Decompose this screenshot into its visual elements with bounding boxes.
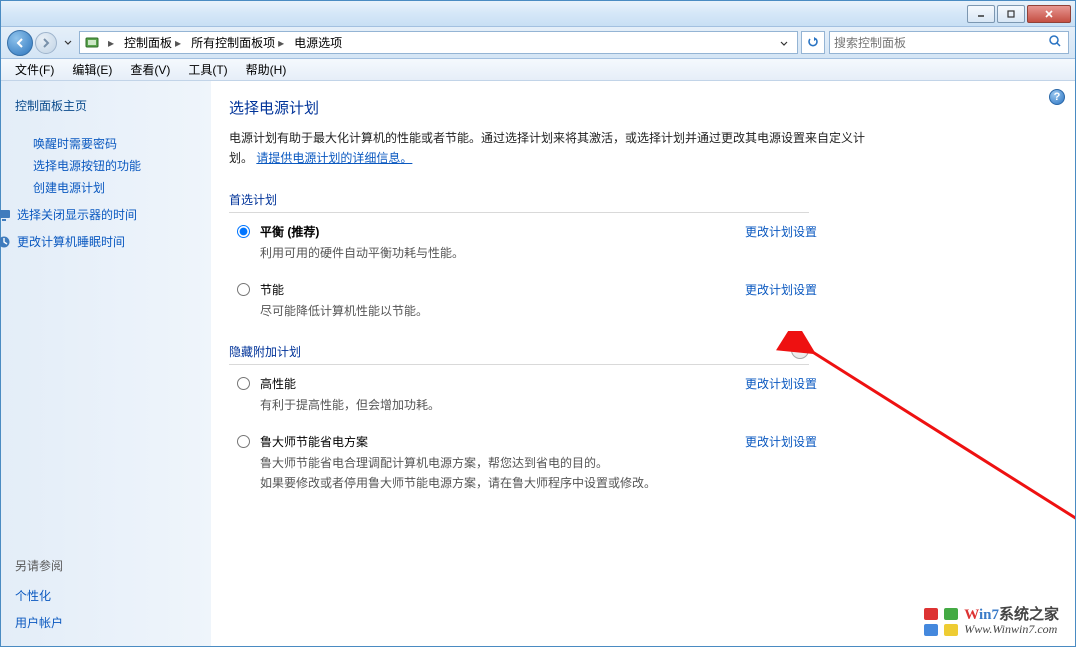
more-info-link[interactable]: 请提供电源计划的详细信息。 bbox=[256, 151, 412, 165]
section-preferred-plans: 首选计划 bbox=[229, 191, 809, 208]
menu-view[interactable]: 查看(V) bbox=[122, 59, 178, 80]
refresh-button[interactable] bbox=[801, 31, 825, 54]
sleep-time-icon bbox=[0, 235, 11, 249]
sidebar-user-accounts[interactable]: 用户帐户 bbox=[15, 614, 199, 631]
crumb-all-items[interactable]: 所有控制面板项▸ bbox=[186, 34, 289, 51]
menu-tools[interactable]: 工具(T) bbox=[180, 59, 235, 80]
plan-saver-change-link[interactable]: 更改计划设置 bbox=[745, 281, 817, 298]
plan-saver-name: 节能 bbox=[260, 281, 725, 298]
plan-high-name: 高性能 bbox=[260, 375, 725, 392]
sidebar-power-button[interactable]: 选择电源按钮的功能 bbox=[33, 157, 199, 174]
plan-ludashi-name: 鲁大师节能省电方案 bbox=[260, 433, 725, 450]
plan-balanced-name: 平衡 (推荐) bbox=[260, 223, 725, 240]
title-bar bbox=[1, 1, 1075, 27]
sidebar-turn-off-display[interactable]: 选择关闭显示器的时间 bbox=[0, 206, 199, 223]
page-description: 电源计划有助于最大化计算机的性能或者节能。通过选择计划来将其激活，或选择计划并通… bbox=[229, 128, 869, 169]
plan-balanced-desc: 利用可用的硬件自动平衡功耗与性能。 bbox=[260, 244, 725, 263]
search-input[interactable] bbox=[834, 36, 1048, 50]
address-history-dropdown[interactable] bbox=[775, 36, 793, 50]
divider bbox=[229, 364, 809, 365]
close-button[interactable] bbox=[1027, 5, 1071, 23]
back-button[interactable] bbox=[7, 30, 33, 56]
divider bbox=[229, 212, 809, 213]
plan-high-desc: 有利于提高性能，但会增加功耗。 bbox=[260, 396, 725, 415]
section-additional-plans: 隐藏附加计划 bbox=[229, 343, 809, 360]
menu-help[interactable]: 帮助(H) bbox=[238, 59, 295, 80]
collapse-additional-button[interactable] bbox=[791, 341, 809, 359]
plan-ludashi-change-link[interactable]: 更改计划设置 bbox=[745, 433, 817, 450]
breadcrumb-bar[interactable]: ▸ 控制面板▸ 所有控制面板项▸ 电源选项 bbox=[79, 31, 798, 54]
plan-balanced-change-link[interactable]: 更改计划设置 bbox=[745, 223, 817, 240]
address-bar: ▸ 控制面板▸ 所有控制面板项▸ 电源选项 bbox=[1, 27, 1075, 59]
page-heading: 选择电源计划 bbox=[229, 97, 1047, 118]
plan-ludashi-radio[interactable] bbox=[237, 435, 250, 448]
sidebar-change-sleep[interactable]: 更改计算机睡眠时间 bbox=[0, 233, 199, 250]
plan-saver-radio[interactable] bbox=[237, 283, 250, 296]
forward-button[interactable] bbox=[35, 32, 57, 54]
plan-ludashi-desc: 鲁大师节能省电合理调配计算机电源方案，帮您达到省电的目的。 如果要修改或者停用鲁… bbox=[260, 454, 725, 492]
search-icon bbox=[1048, 34, 1064, 51]
display-off-icon bbox=[0, 208, 11, 222]
help-button[interactable]: ? bbox=[1049, 89, 1065, 105]
search-box[interactable] bbox=[829, 31, 1069, 54]
sidebar-require-password[interactable]: 唤醒时需要密码 bbox=[33, 135, 199, 152]
sidebar-home-link[interactable]: 控制面板主页 bbox=[15, 97, 199, 114]
crumb-control-panel[interactable]: 控制面板▸ bbox=[119, 34, 186, 51]
plan-high-radio[interactable] bbox=[237, 377, 250, 390]
sidebar: 控制面板主页 唤醒时需要密码 选择电源按钮的功能 创建电源计划 选择关闭显示器的… bbox=[1, 81, 211, 646]
sidebar-create-plan[interactable]: 创建电源计划 bbox=[33, 179, 199, 196]
plan-saver: 节能 尽可能降低计算机性能以节能。 更改计划设置 bbox=[237, 281, 817, 321]
main-panel: ? 选择电源计划 电源计划有助于最大化计算机的性能或者节能。通过选择计划来将其激… bbox=[211, 81, 1075, 646]
crumb-power-options[interactable]: 电源选项 bbox=[289, 34, 347, 51]
plan-high-performance: 高性能 有利于提高性能，但会增加功耗。 更改计划设置 bbox=[237, 375, 817, 415]
plan-saver-desc: 尽可能降低计算机性能以节能。 bbox=[260, 302, 725, 321]
plan-ludashi: 鲁大师节能省电方案 鲁大师节能省电合理调配计算机电源方案，帮您达到省电的目的。 … bbox=[237, 433, 817, 492]
crumb-arrow-0[interactable]: ▸ bbox=[100, 36, 119, 50]
plan-balanced: 平衡 (推荐) 利用可用的硬件自动平衡功耗与性能。 更改计划设置 bbox=[237, 223, 817, 263]
maximize-button[interactable] bbox=[997, 5, 1025, 23]
recent-pages-dropdown[interactable] bbox=[61, 40, 75, 46]
menu-file[interactable]: 文件(F) bbox=[7, 59, 62, 80]
window-frame: ▸ 控制面板▸ 所有控制面板项▸ 电源选项 文件(F) 编辑(E) 查看 bbox=[0, 0, 1076, 647]
minimize-button[interactable] bbox=[967, 5, 995, 23]
menu-edit[interactable]: 编辑(E) bbox=[64, 59, 120, 80]
plan-balanced-radio[interactable] bbox=[237, 225, 250, 238]
see-also-label: 另请参阅 bbox=[15, 557, 199, 574]
menu-bar: 文件(F) 编辑(E) 查看(V) 工具(T) 帮助(H) bbox=[1, 59, 1075, 81]
plan-high-change-link[interactable]: 更改计划设置 bbox=[745, 375, 817, 392]
control-panel-icon bbox=[84, 35, 100, 51]
sidebar-personalization[interactable]: 个性化 bbox=[15, 587, 199, 604]
